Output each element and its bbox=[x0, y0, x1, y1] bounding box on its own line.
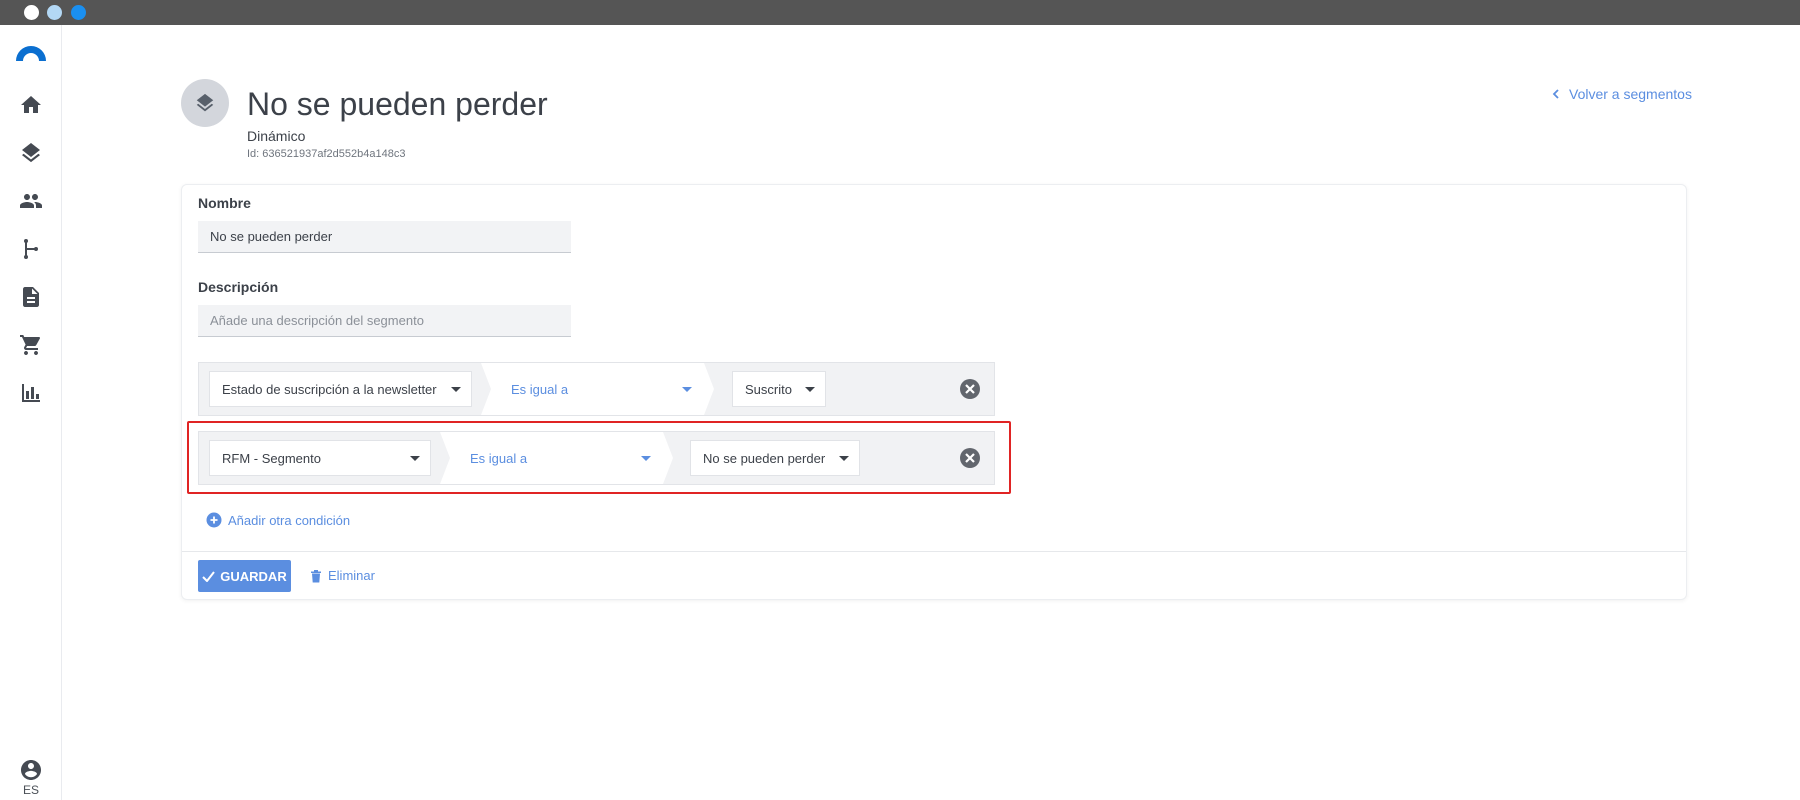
chevron-down-icon bbox=[641, 456, 651, 461]
app-logo[interactable] bbox=[16, 46, 46, 61]
segment-id: Id: 636521937af2d552b4a148c3 bbox=[247, 148, 406, 160]
remove-condition-button[interactable] bbox=[960, 448, 980, 468]
account-icon bbox=[21, 760, 41, 780]
segment-form-card: Nombre Descripción Estado de suscripción… bbox=[181, 184, 1687, 600]
add-condition-button[interactable]: Añadir otra condición bbox=[206, 512, 350, 528]
page-title: No se pueden perder bbox=[247, 86, 548, 122]
sidebar-item-automations[interactable] bbox=[13, 231, 49, 267]
condition-operator-value: Es igual a bbox=[470, 450, 528, 466]
add-condition-label: Añadir otra condición bbox=[228, 512, 351, 528]
trash-icon bbox=[311, 569, 321, 582]
delete-label: Eliminar bbox=[328, 568, 375, 583]
name-label: Nombre bbox=[198, 195, 251, 211]
window-maximize-button[interactable] bbox=[71, 5, 86, 20]
language-label: ES bbox=[22, 783, 39, 797]
user-menu[interactable]: ES bbox=[13, 758, 49, 797]
condition-operator-select[interactable]: Es igual a bbox=[440, 432, 673, 484]
window-titlebar bbox=[0, 0, 1800, 25]
name-field[interactable] bbox=[198, 221, 571, 253]
condition-field-value: Estado de suscripción a la newsletter bbox=[222, 381, 437, 397]
sidebar: ES bbox=[0, 25, 62, 800]
condition-operator-select[interactable]: Es igual a bbox=[481, 363, 714, 415]
condition-value-value: Suscrito bbox=[745, 381, 792, 397]
flow-icon bbox=[24, 239, 38, 259]
description-label: Descripción bbox=[198, 279, 279, 295]
segment-type: Dinámico bbox=[247, 128, 306, 144]
sidebar-item-reports[interactable] bbox=[13, 375, 49, 411]
people-icon bbox=[20, 194, 42, 208]
save-button[interactable]: GUARDAR bbox=[198, 560, 291, 592]
home-icon bbox=[21, 96, 41, 113]
sidebar-item-segments[interactable] bbox=[13, 135, 49, 171]
layers-icon bbox=[22, 143, 40, 163]
cart-icon bbox=[20, 335, 41, 355]
description-field[interactable] bbox=[198, 305, 571, 337]
chevron-down-icon bbox=[839, 456, 849, 461]
chevron-down-icon bbox=[682, 387, 692, 392]
condition-field-value: RFM - Segmento bbox=[222, 450, 321, 466]
segment-avatar bbox=[181, 79, 229, 127]
check-icon bbox=[202, 570, 216, 582]
back-link-label: Volver a segmentos bbox=[1569, 86, 1692, 102]
chevron-down-icon bbox=[410, 456, 420, 461]
close-icon bbox=[965, 453, 975, 463]
close-icon bbox=[965, 384, 975, 394]
plus-circle-icon bbox=[206, 512, 222, 528]
condition-field-select[interactable]: RFM - Segmento bbox=[209, 440, 431, 476]
delete-button[interactable]: Eliminar bbox=[310, 568, 375, 583]
layers-icon bbox=[196, 93, 214, 112]
chevron-left-icon bbox=[1552, 89, 1559, 99]
sidebar-item-contacts[interactable] bbox=[13, 183, 49, 219]
remove-condition-button[interactable] bbox=[960, 379, 980, 399]
chevron-down-icon bbox=[451, 387, 461, 392]
chart-icon bbox=[22, 384, 40, 402]
condition-value-select[interactable]: No se pueden perder bbox=[690, 440, 860, 476]
back-to-segments-link[interactable]: Volver a segmentos bbox=[1552, 86, 1692, 102]
condition-row: Estado de suscripción a la newsletter Es… bbox=[198, 362, 995, 416]
document-icon bbox=[23, 287, 39, 307]
condition-value-value: No se pueden perder bbox=[703, 450, 826, 466]
sidebar-item-store[interactable] bbox=[13, 327, 49, 363]
condition-operator-value: Es igual a bbox=[511, 381, 569, 397]
window-minimize-button[interactable] bbox=[47, 5, 62, 20]
sidebar-item-templates[interactable] bbox=[13, 279, 49, 315]
card-divider bbox=[182, 551, 1686, 552]
chevron-down-icon bbox=[805, 387, 815, 392]
condition-row: RFM - Segmento Es igual a No se pueden p… bbox=[198, 431, 995, 485]
sidebar-item-home[interactable] bbox=[13, 87, 49, 123]
window-close-button[interactable] bbox=[24, 5, 39, 20]
save-button-label: GUARDAR bbox=[220, 568, 287, 584]
condition-value-select[interactable]: Suscrito bbox=[732, 371, 826, 407]
condition-field-select[interactable]: Estado de suscripción a la newsletter bbox=[209, 371, 472, 407]
